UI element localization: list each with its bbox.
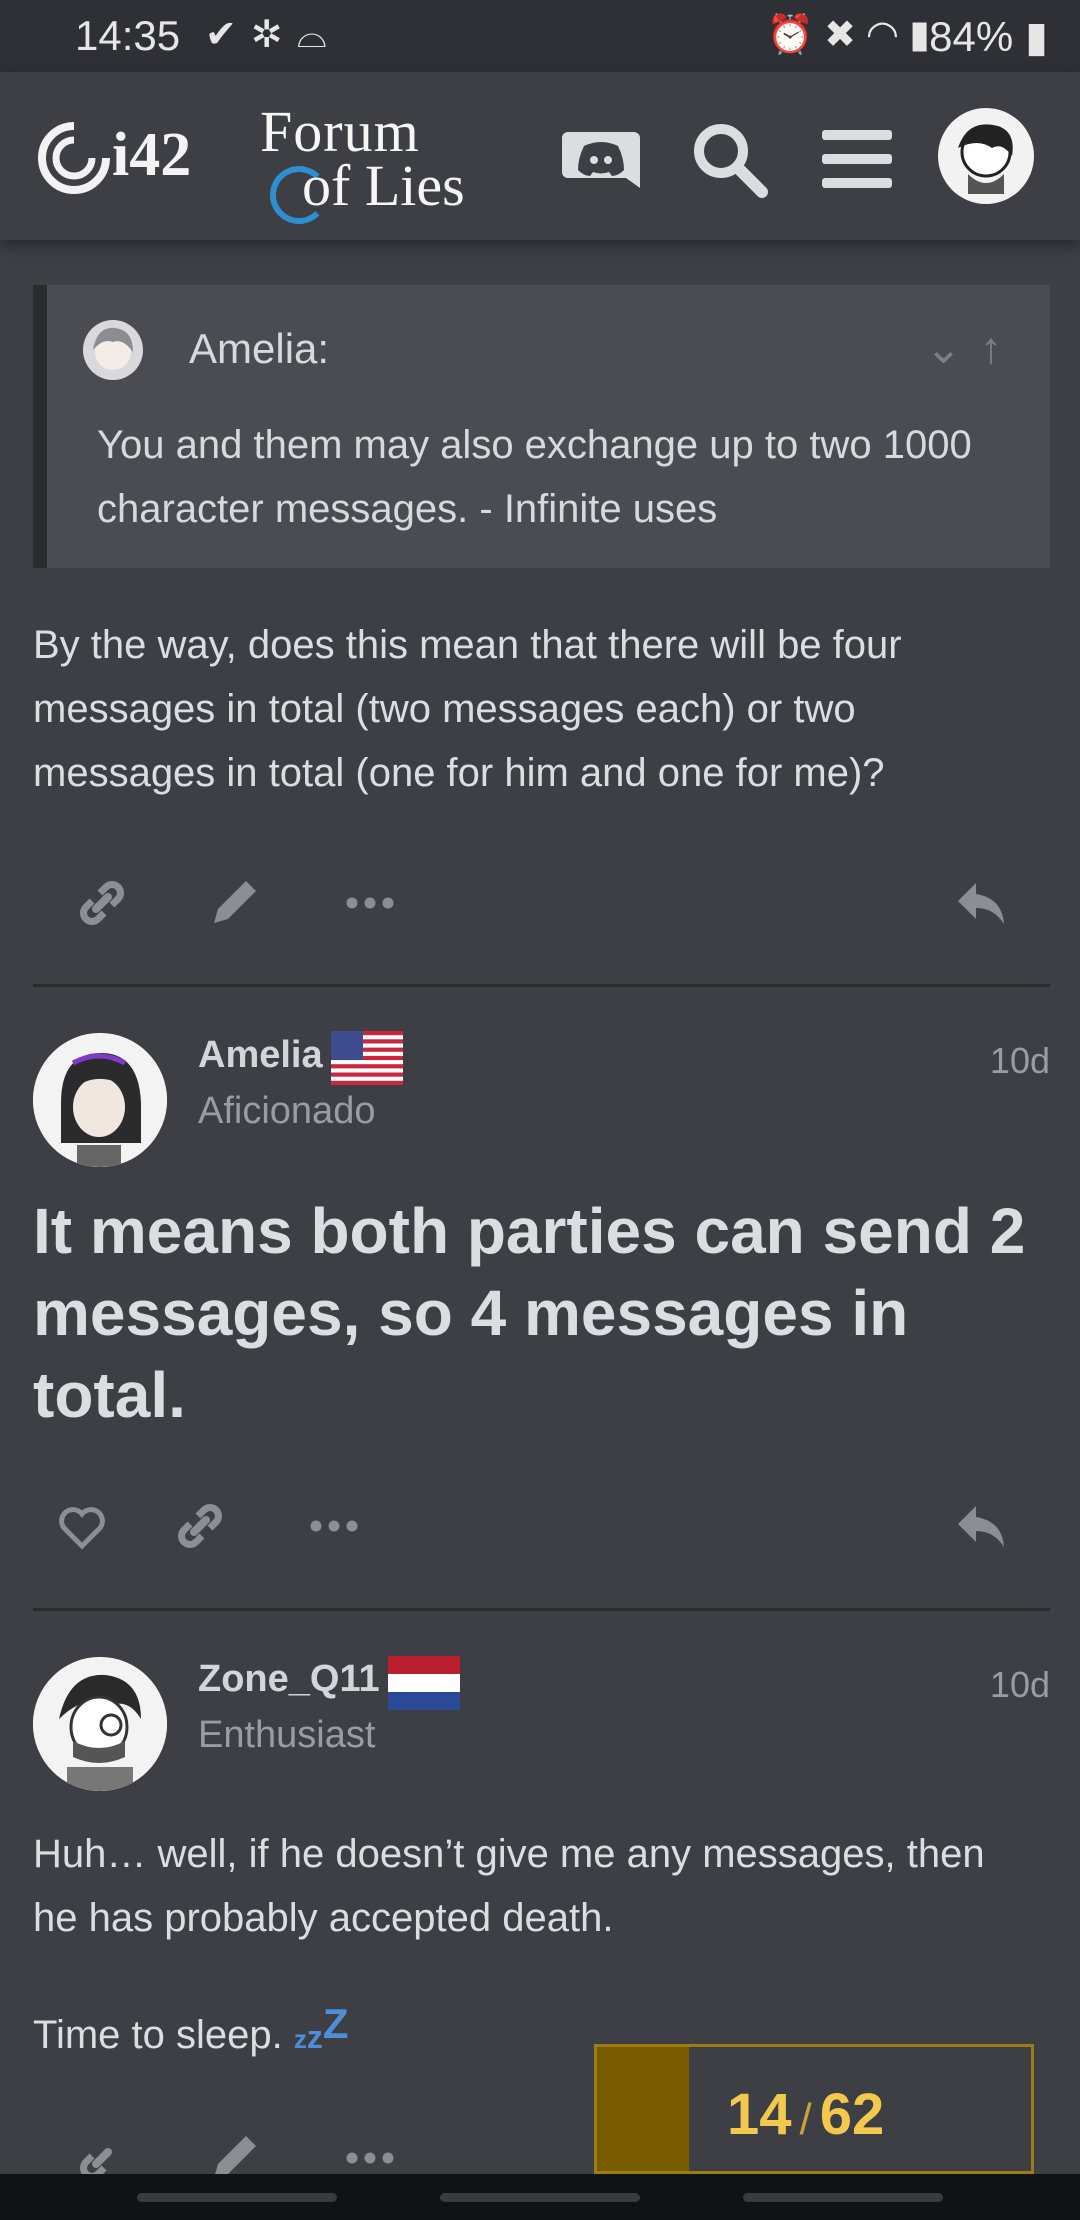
reply-button[interactable]: [952, 1496, 1012, 1556]
quote-block: Amelia: ⌄↑ You and them may also exchang…: [33, 285, 1050, 568]
user-avatar[interactable]: [938, 108, 1034, 204]
quote-author-avatar: [83, 320, 143, 380]
topic-progress[interactable]: 14/62: [594, 2044, 1034, 2174]
search-button[interactable]: [686, 116, 772, 202]
nav-recent-button[interactable]: [137, 2193, 337, 2202]
mute-icon: ✖: [824, 14, 866, 56]
link-icon: [178, 1504, 222, 1548]
post-date[interactable]: 10d: [990, 1664, 1050, 1706]
post-body: By the way, does this mean that there wi…: [33, 623, 902, 795]
status-right-icons: ⏰✖◠▮: [767, 12, 940, 57]
zzz-emoji: zzZ: [293, 2000, 349, 2055]
nl-flag-icon: [388, 1656, 460, 1710]
wifi-icon: ◠: [865, 14, 910, 56]
edit-button[interactable]: [204, 873, 264, 933]
progress-fill: [597, 2047, 689, 2171]
system-nav-bar: [0, 2174, 1080, 2220]
swirl-icon: [38, 122, 110, 194]
link-button[interactable]: [72, 873, 132, 933]
status-time: 14:35: [75, 12, 181, 59]
post-author-avatar[interactable]: [33, 1033, 167, 1167]
search-icon: [694, 124, 768, 198]
arrow-up-icon[interactable]: ↑: [980, 324, 1020, 373]
nav-home-button[interactable]: [440, 2193, 640, 2202]
avatar-image: [958, 124, 1013, 194]
post-divider: [33, 984, 1050, 987]
alarm-icon: ⏰: [766, 14, 825, 56]
progress-label: 14/62: [727, 2082, 885, 2147]
nav-back-button[interactable]: [743, 2193, 943, 2202]
quote-text: You and them may also exchange up to two…: [97, 423, 972, 531]
us-flag-icon: [331, 1031, 403, 1085]
more-button[interactable]: [304, 1496, 364, 1556]
reply-icon: [958, 1506, 1004, 1547]
fan-icon: ✲: [250, 14, 297, 56]
battery-level: 84% ▮: [929, 13, 1048, 60]
post-author-avatar[interactable]: [33, 1657, 167, 1791]
menu-icon: [822, 130, 892, 188]
heart-icon: [59, 1507, 105, 1550]
avatar-image: [33, 1657, 167, 1791]
status-bar: 14:35 ✔✲⌓ ⏰✖◠▮ 84% ▮: [0, 0, 1080, 72]
more-icon: [310, 1520, 358, 1532]
status-left-icons: ✔✲⌓: [205, 12, 341, 57]
post-body: Huh… well, if he doesn’t give me any mes…: [33, 1832, 985, 1940]
post-divider: [33, 1608, 1050, 1611]
reply-icon: [958, 883, 1004, 924]
site-header: i42 Forum of Lies: [0, 72, 1080, 240]
discord-button[interactable]: [558, 116, 644, 202]
more-icon: [346, 897, 394, 909]
forum-of-lies-logo[interactable]: Forum of Lies: [258, 98, 498, 224]
edit-icon: [214, 881, 256, 923]
post-username[interactable]: Zone_Q11: [198, 1658, 380, 1701]
chevron-down-icon[interactable]: ⌄: [925, 324, 980, 373]
avatar-image: [93, 327, 133, 370]
battery-icon: ▮: [1024, 13, 1048, 60]
post-username[interactable]: Amelia: [198, 1034, 323, 1077]
discord-icon: [562, 132, 640, 188]
post-date[interactable]: 10d: [990, 1040, 1050, 1082]
quote-controls: ⌄↑: [925, 323, 1020, 374]
i42-logo[interactable]: i42: [34, 112, 224, 202]
check-icon: ✔: [205, 14, 251, 56]
link-button[interactable]: [170, 1496, 230, 1556]
post-body: It means both parties can send 2 message…: [33, 1195, 1026, 1431]
post-actions: [0, 1486, 1080, 1566]
hamburger-menu-button[interactable]: [814, 116, 900, 202]
incognito-icon: ⌓: [296, 14, 341, 56]
post-actions: [0, 863, 1080, 943]
like-button[interactable]: [52, 1496, 112, 1556]
avatar-image: [33, 1033, 167, 1167]
quote-author: Amelia:: [189, 325, 330, 372]
link-icon: [80, 881, 124, 925]
post-user-title: Enthusiast: [198, 1714, 376, 1756]
post-user-title: Aficionado: [198, 1090, 376, 1132]
more-button[interactable]: [340, 873, 400, 933]
reply-button[interactable]: [952, 873, 1012, 933]
